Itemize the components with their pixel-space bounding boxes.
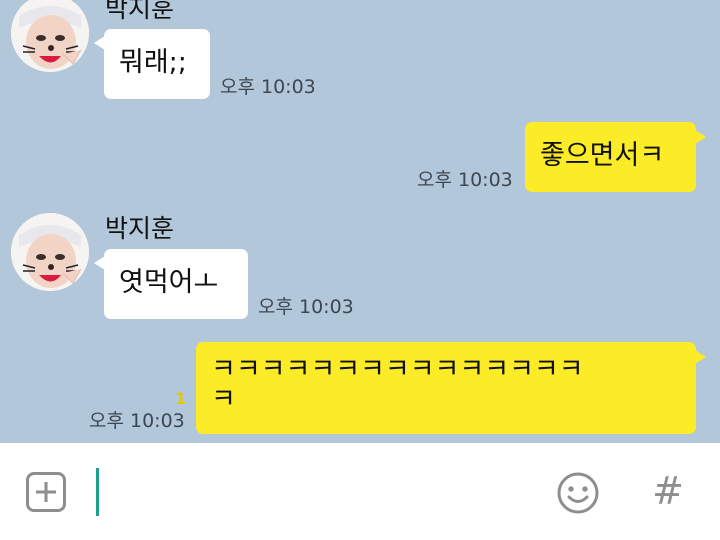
- avatar-photo-icon: [11, 213, 89, 291]
- message-time: 오후 10:03: [89, 410, 185, 432]
- message-bubble[interactable]: 뭐래;;: [104, 29, 210, 99]
- hashtag-icon[interactable]: #: [648, 469, 688, 513]
- message-bubble[interactable]: 좋으면서ㅋ: [525, 122, 696, 192]
- sender-name: 박지훈: [105, 214, 175, 243]
- sender-avatar[interactable]: [11, 0, 89, 72]
- bubble-tail: [695, 350, 706, 364]
- message-line: ㅋ: [211, 384, 236, 415]
- message-time: 오후 10:03: [258, 296, 354, 318]
- message-input[interactable]: [100, 463, 530, 521]
- emoji-icon[interactable]: [555, 470, 601, 516]
- chat-area[interactable]: 박지훈 뭐래;; 오후 10:03 오후 10:03 좋으면서ㅋ 박지훈 엿먹어…: [0, 0, 720, 443]
- message-bubble[interactable]: ㅋㅋㅋㅋㅋㅋㅋㅋㅋㅋㅋㅋㅋㅋㅋ ㅋ: [196, 342, 696, 434]
- message-bubble[interactable]: 엿먹어ㅗ: [104, 249, 248, 319]
- message-time: 오후 10:03: [417, 169, 513, 191]
- text-cursor: [96, 468, 99, 516]
- add-icon[interactable]: [26, 472, 66, 512]
- message-line: ㅋㅋㅋㅋㅋㅋㅋㅋㅋㅋㅋㅋㅋㅋㅋ: [211, 354, 584, 385]
- bubble-tail: [695, 130, 706, 144]
- message-time: 오후 10:03: [220, 76, 316, 98]
- message-input-bar: #: [0, 443, 720, 540]
- avatar-photo-icon: [11, 0, 89, 72]
- sender-avatar[interactable]: [11, 213, 89, 291]
- unread-count: 1: [175, 389, 187, 408]
- sender-name: 박지훈: [105, 0, 175, 23]
